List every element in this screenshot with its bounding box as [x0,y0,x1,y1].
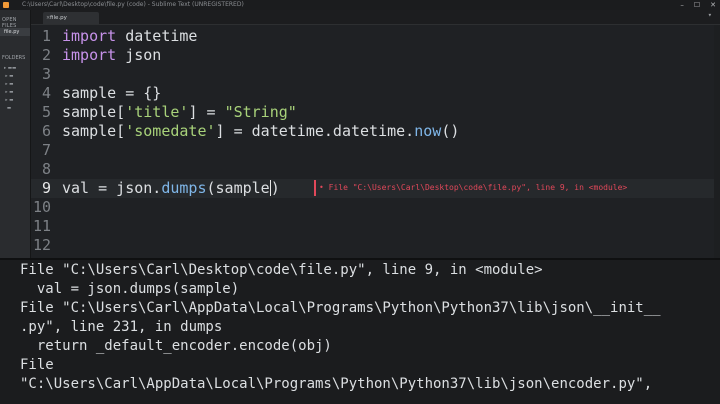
line-number: 11 [32,217,51,235]
maximize-icon[interactable]: ☐ [694,0,700,10]
tree-item[interactable]: ▬ [4,106,28,112]
line-number: 8 [41,160,51,178]
keyword: import [62,27,117,45]
code-line-6: sample['somedate'] = datetime.datetime.n… [62,122,459,141]
sidebar-open-file[interactable]: file.py [0,28,30,36]
tab-file[interactable]: × file.py [43,12,99,24]
code-text: (sample [206,179,270,197]
tab-label: file.py [50,15,67,21]
code-text: sample [62,84,117,102]
line-number: 1 [41,27,51,45]
tab-bar: × file.py ▾ [31,10,720,25]
window-controls: – ☐ ✕ [680,0,716,10]
close-icon[interactable]: ✕ [710,0,716,10]
tree-item[interactable]: ▸ ▬ [4,74,28,80]
code-text: sample[ [62,122,126,140]
output-line: File "C:\Users\Carl\Desktop\code\file.py… [20,262,543,278]
keyword: import [62,46,117,64]
line-number: 3 [41,65,51,83]
output-line: return _default_encoder.encode(obj) [20,338,332,354]
output-line: File "C:\Users\Carl\AppData\Local\Progra… [20,300,661,316]
sublime-logo-icon [3,2,9,8]
code-line-4: sample = {} [62,84,161,103]
line-number: 12 [32,236,51,254]
line-number-active: 9 [41,179,51,197]
inline-error-annotation: • File "C:\Users\Carl\Desktop\code\file.… [314,180,627,196]
output-line: val = json.dumps(sample) [20,281,240,297]
sidebar: OPEN FILES file.py FOLDERS ▸ ▬▬ ▸ ▬ ▸ ▬ … [0,10,31,258]
editor-scrollbar[interactable] [714,25,720,258]
code-text: val = json. [62,179,162,197]
code-text: sample[ [62,103,126,121]
code-line-9: val = json.dumps(sample) [62,179,280,198]
code-line-5: sample['title'] = "String" [62,103,297,122]
folders-header: FOLDERS [2,55,26,61]
title-bar: C:\Users\Carl\Desktop\code\file.py (code… [0,0,720,10]
output-line: "C:\Users\Carl\AppData\Local\Programs\Py… [20,376,653,392]
tree-item[interactable]: ▸ ▬ [4,90,28,96]
line-number: 10 [32,198,51,216]
code-text: () [441,122,460,140]
tree-item[interactable]: ▸ ▬ [4,82,28,88]
line-number-gutter: 1 2 3 4 5 6 7 8 9 10 11 12 [31,25,53,258]
minimize-icon[interactable]: – [680,0,684,10]
line-number: 2 [41,46,51,64]
line-number: 4 [41,84,51,102]
function-name: dumps [161,179,207,197]
tree-item[interactable]: ▸ ▬▬ [4,66,28,72]
line-number: 7 [41,141,51,159]
code-text: = {} [116,84,162,102]
code-editor[interactable]: 1 2 3 4 5 6 7 8 9 10 11 12 import dateti… [31,25,720,258]
code-text: ] = datetime.datetime. [215,122,415,140]
string-literal: "String" [224,103,297,121]
string-literal: 'title' [125,103,189,121]
output-line: File [20,357,54,373]
code-text: ] = [188,103,225,121]
tab-close-icon[interactable]: × [46,12,50,24]
code-line-1: import datetime [62,27,197,46]
build-output-panel: File "C:\Users\Carl\Desktop\code\file.py… [0,260,720,404]
line-number: 5 [41,103,51,121]
string-literal: 'somedate' [125,122,216,140]
code-text: datetime [116,27,198,45]
code-line-2: import json [62,46,161,65]
window-title: C:\Users\Carl\Desktop\code\file.py (code… [22,1,244,8]
code-text: json [116,46,162,64]
output-line: .py", line 231, in dumps [20,319,223,335]
line-number: 6 [41,122,51,140]
function-name: now [414,122,442,140]
code-text: ) [270,179,280,197]
tab-dropdown-icon[interactable]: ▾ [708,11,712,19]
tree-item[interactable]: ▸ ▬ [4,98,28,104]
